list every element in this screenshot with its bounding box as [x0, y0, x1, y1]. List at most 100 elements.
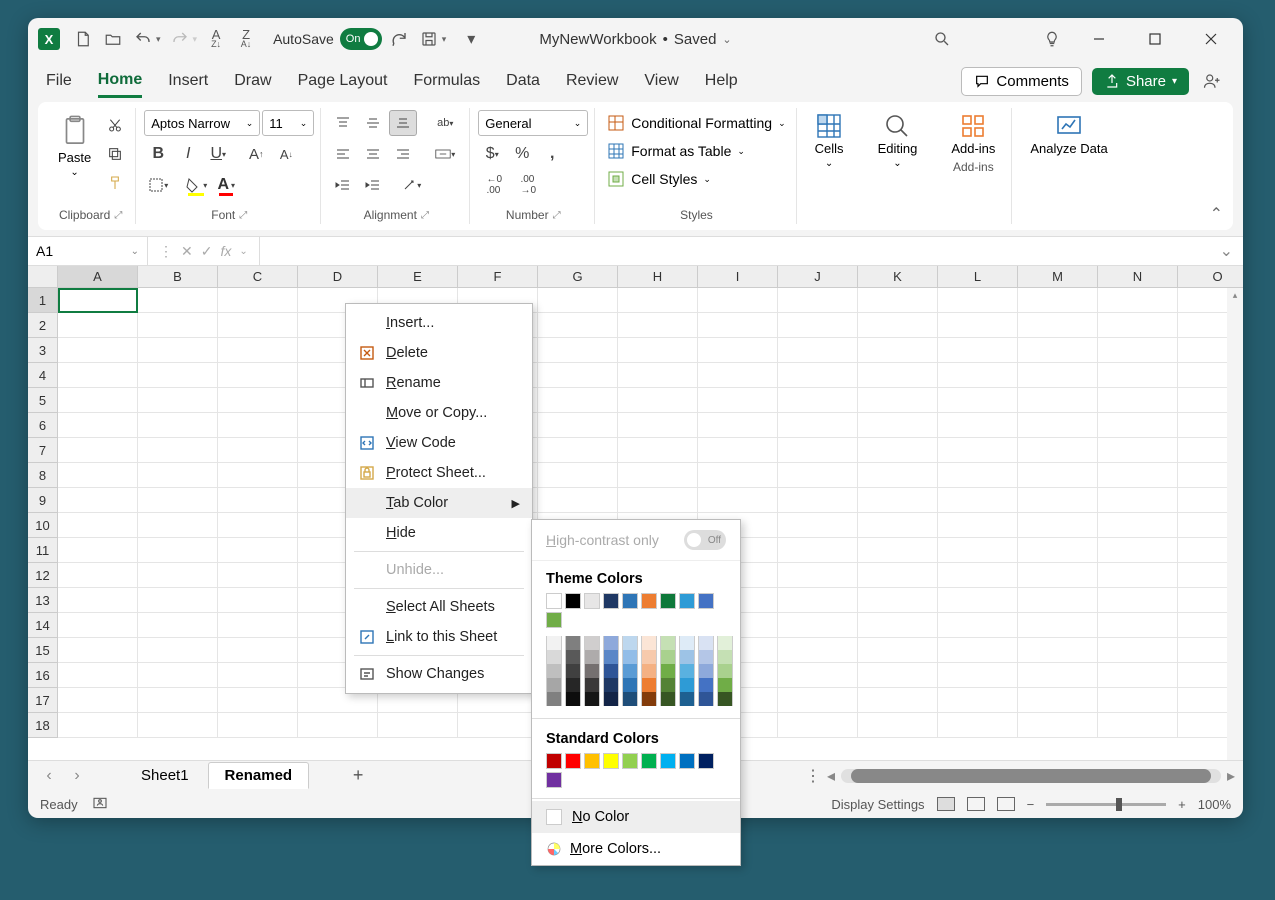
color-swatch[interactable] [565, 650, 581, 664]
cell[interactable] [1018, 413, 1098, 438]
font-size-select[interactable]: 11⌄ [262, 110, 314, 136]
horizontal-scrollbar[interactable] [841, 769, 1221, 783]
column-header[interactable]: L [938, 266, 1018, 288]
column-header[interactable]: C [218, 266, 298, 288]
align-right-icon[interactable] [389, 141, 417, 167]
color-swatch[interactable] [660, 593, 676, 609]
borders-icon[interactable]: ▾ [144, 172, 172, 198]
no-color-item[interactable]: No Color [532, 801, 740, 833]
color-swatch[interactable] [622, 753, 638, 769]
formula-input[interactable] [260, 237, 1210, 265]
copy-icon[interactable] [101, 141, 129, 167]
font-name-select[interactable]: Aptos Narrow⌄ [144, 110, 260, 136]
cell[interactable] [618, 413, 698, 438]
tab-data[interactable]: Data [506, 66, 540, 96]
cell[interactable] [1098, 713, 1178, 738]
cell[interactable] [538, 438, 618, 463]
ctx-delete[interactable]: Delete [346, 338, 532, 368]
cell[interactable] [858, 388, 938, 413]
ctx-view-code[interactable]: View Code [346, 428, 532, 458]
redo-icon[interactable] [167, 26, 193, 52]
account-icon[interactable] [1199, 68, 1225, 94]
cell[interactable] [1018, 463, 1098, 488]
cell[interactable] [938, 713, 1018, 738]
cell[interactable] [1018, 663, 1098, 688]
cell[interactable] [138, 713, 218, 738]
cell[interactable] [698, 363, 778, 388]
cell[interactable] [938, 363, 1018, 388]
color-swatch[interactable] [546, 593, 562, 609]
normal-view-icon[interactable] [937, 797, 955, 811]
cell[interactable] [1098, 488, 1178, 513]
cell[interactable] [938, 588, 1018, 613]
cell[interactable] [778, 713, 858, 738]
row-header[interactable]: 11 [28, 538, 58, 563]
cell[interactable] [58, 313, 138, 338]
cell[interactable] [858, 538, 938, 563]
tab-review[interactable]: Review [566, 66, 618, 96]
tab-formulas[interactable]: Formulas [413, 66, 480, 96]
color-swatch[interactable] [641, 753, 657, 769]
color-swatch[interactable] [546, 692, 562, 706]
currency-icon[interactable]: $▾ [478, 141, 506, 167]
cell[interactable] [218, 438, 298, 463]
cell[interactable] [1018, 313, 1098, 338]
color-swatch[interactable] [584, 692, 600, 706]
color-swatch[interactable] [698, 650, 714, 664]
fx-dropdown-icon[interactable]: ⌄ [236, 246, 250, 257]
orientation-icon[interactable]: ▾ [397, 172, 425, 198]
cell[interactable] [698, 488, 778, 513]
cell[interactable] [1098, 388, 1178, 413]
color-swatch[interactable] [584, 678, 600, 692]
cell[interactable] [58, 638, 138, 663]
cell[interactable] [698, 288, 778, 313]
align-middle-icon[interactable] [359, 110, 387, 136]
color-swatch[interactable] [603, 636, 619, 650]
cell[interactable] [1098, 363, 1178, 388]
color-swatch[interactable] [584, 664, 600, 678]
cell[interactable] [58, 663, 138, 688]
cell[interactable] [858, 688, 938, 713]
cell[interactable] [138, 538, 218, 563]
cell[interactable] [938, 688, 1018, 713]
cell[interactable] [138, 313, 218, 338]
collapse-ribbon-icon[interactable]: ⌃ [1210, 204, 1223, 224]
cell[interactable] [538, 363, 618, 388]
cell[interactable] [538, 288, 618, 313]
color-swatch[interactable] [698, 664, 714, 678]
color-swatch[interactable] [546, 753, 562, 769]
column-header[interactable]: A [58, 266, 138, 288]
color-swatch[interactable] [565, 678, 581, 692]
ctx-insert[interactable]: Insert... [346, 308, 532, 338]
cell[interactable] [58, 538, 138, 563]
row-header[interactable]: 18 [28, 713, 58, 738]
color-swatch[interactable] [546, 678, 562, 692]
number-launcher-icon[interactable]: ⤢ [553, 210, 561, 221]
bold-button[interactable]: B [144, 141, 172, 167]
cell[interactable] [1018, 688, 1098, 713]
cell[interactable] [218, 513, 298, 538]
color-swatch[interactable] [660, 664, 676, 678]
ctx-rename[interactable]: Rename [346, 368, 532, 398]
cell[interactable] [778, 288, 858, 313]
prev-sheet-icon[interactable]: ‹ [36, 765, 62, 787]
increase-decimal-icon[interactable]: ←0.00 [478, 172, 510, 198]
cell[interactable] [778, 488, 858, 513]
cell[interactable] [1098, 288, 1178, 313]
cell[interactable] [858, 463, 938, 488]
ctx-move-or-copy[interactable]: Move or Copy... [346, 398, 532, 428]
comments-button[interactable]: Comments [961, 67, 1082, 96]
refresh-icon[interactable] [386, 26, 412, 52]
color-swatch[interactable] [679, 753, 695, 769]
cell[interactable] [58, 463, 138, 488]
cell[interactable] [938, 513, 1018, 538]
name-box[interactable]: A1⌄ [28, 237, 148, 265]
color-swatch[interactable] [641, 593, 657, 609]
scroll-right-icon[interactable]: ▸ [1227, 766, 1235, 786]
expand-formula-icon[interactable]: ⌄ [1210, 241, 1243, 261]
color-swatch[interactable] [698, 636, 714, 650]
cell[interactable] [138, 363, 218, 388]
merge-center-icon[interactable]: ▾ [427, 141, 463, 167]
cell[interactable] [938, 388, 1018, 413]
color-swatch[interactable] [660, 678, 676, 692]
